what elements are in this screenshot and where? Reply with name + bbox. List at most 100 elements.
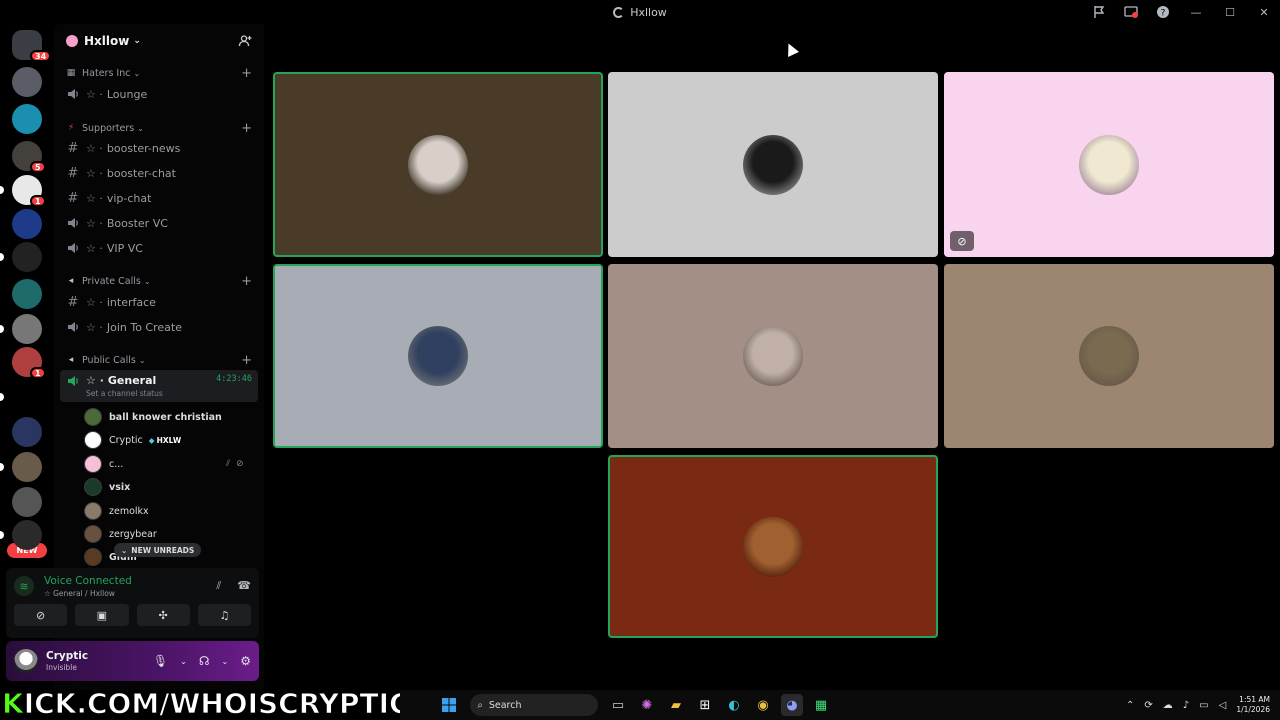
activities-button[interactable]: ✣ bbox=[136, 604, 190, 626]
channel-status-hint[interactable]: Set a channel status bbox=[86, 389, 163, 398]
voice-status-subtitle: ☆ General / Hxllow bbox=[44, 588, 115, 598]
app-taskbar-icon[interactable]: ▦ bbox=[810, 694, 832, 716]
copilot-icon[interactable]: ✺ bbox=[636, 694, 658, 716]
create-channel-icon[interactable]: + bbox=[241, 274, 252, 289]
soundboard-button[interactable]: ♫ bbox=[197, 604, 251, 626]
video-tile[interactable] bbox=[273, 264, 603, 448]
channel-category[interactable]: ◂ Public Calls ⌄ + bbox=[66, 353, 252, 368]
create-channel-icon[interactable]: + bbox=[241, 66, 252, 81]
user-status: Invisible bbox=[46, 663, 77, 672]
category-icon: ▦ bbox=[66, 68, 76, 78]
text-channel[interactable]: # ☆ · booster-chat bbox=[60, 162, 258, 184]
channel-category[interactable]: ▦ Haters Inc ⌄ + bbox=[66, 66, 252, 81]
server-icon[interactable] bbox=[12, 520, 42, 550]
star-icon: ☆ · bbox=[86, 191, 103, 205]
headphones-icon[interactable]: ☊ bbox=[199, 654, 210, 668]
gear-icon[interactable]: ⚙ bbox=[240, 654, 251, 668]
voice-user[interactable]: ball knower christian bbox=[84, 407, 222, 427]
server-icon[interactable] bbox=[12, 209, 42, 239]
disconnect-icon[interactable]: ☎ bbox=[237, 579, 251, 593]
create-channel-icon[interactable]: + bbox=[241, 353, 252, 368]
maximize-button[interactable]: ☐ bbox=[1222, 6, 1238, 19]
signal-icon[interactable]: ≋ bbox=[14, 576, 34, 596]
avatar bbox=[84, 455, 102, 473]
user-avatar[interactable] bbox=[14, 649, 38, 673]
overlay-url: ICK.COM/WHOISCRYPTIC bbox=[23, 687, 410, 720]
voice-user[interactable]: vsix bbox=[84, 477, 130, 497]
server-icon[interactable] bbox=[12, 314, 42, 344]
voice-channel[interactable]: ☆ · Join To Create bbox=[60, 316, 258, 338]
video-tile[interactable] bbox=[273, 72, 603, 257]
guild-name: Hxllow bbox=[84, 34, 130, 48]
noise-suppression-icon[interactable]: ⫽ bbox=[216, 579, 221, 593]
task-view-icon[interactable]: ▭ bbox=[607, 694, 629, 716]
video-tile[interactable] bbox=[608, 72, 938, 257]
svg-text:?: ? bbox=[1161, 9, 1166, 19]
flag-icon[interactable] bbox=[1092, 5, 1106, 19]
app-window: Hxllow ? — ☐ ✕ NEW 34 5 1 1 Hxllow ⌄ ▦ H… bbox=[0, 0, 1280, 720]
microphone-icon[interactable]: 🎙︎ bbox=[153, 654, 168, 668]
text-channel[interactable]: # ☆ · interface bbox=[60, 291, 258, 313]
server-icon[interactable] bbox=[12, 382, 42, 412]
star-icon: ☆ · bbox=[86, 295, 103, 309]
voice-channel[interactable]: ☆ · Booster VC bbox=[60, 212, 258, 234]
minimize-button[interactable]: — bbox=[1188, 6, 1204, 19]
chevron-down-icon[interactable]: ⌄ bbox=[222, 657, 229, 666]
microphone-tray-icon[interactable]: ♪ bbox=[1183, 700, 1189, 711]
guild-header[interactable]: Hxllow ⌄ bbox=[54, 24, 264, 58]
text-channel[interactable]: # ☆ · vip-chat bbox=[60, 187, 258, 209]
voice-user[interactable]: zemolkx bbox=[84, 501, 149, 521]
video-tile[interactable] bbox=[944, 264, 1274, 448]
server-icon[interactable] bbox=[12, 242, 42, 272]
voice-user[interactable]: zergybear bbox=[84, 524, 157, 544]
create-channel-icon[interactable]: + bbox=[241, 121, 252, 136]
video-tile[interactable] bbox=[608, 264, 938, 448]
new-unreads-pill[interactable]: ⌄ NEW UNREADS bbox=[114, 543, 202, 557]
network-icon[interactable]: ▭ bbox=[1199, 700, 1208, 711]
server-icon[interactable] bbox=[12, 279, 42, 309]
file-explorer-icon[interactable]: ▰ bbox=[665, 694, 687, 716]
participant-avatar bbox=[1079, 326, 1139, 386]
category-label: Supporters bbox=[82, 122, 135, 134]
discord-taskbar-icon[interactable]: ◕ bbox=[781, 694, 803, 716]
video-tile[interactable] bbox=[608, 455, 938, 638]
text-channel[interactable]: # ☆ · booster-news bbox=[60, 137, 258, 159]
server-icon[interactable] bbox=[12, 104, 42, 134]
chevron-down-icon: ⌄ bbox=[143, 276, 151, 286]
close-button[interactable]: ✕ bbox=[1256, 6, 1272, 19]
store-icon[interactable]: ⊞ bbox=[694, 694, 716, 716]
chrome-icon[interactable]: ◉ bbox=[752, 694, 774, 716]
avatar bbox=[84, 478, 102, 496]
screen-share-button[interactable]: ▣ bbox=[75, 604, 129, 626]
voice-user[interactable]: Cryptic ◆ HXLW bbox=[84, 430, 181, 450]
voice-status-title[interactable]: Voice Connected bbox=[44, 575, 132, 587]
server-tag: ◆ HXLW bbox=[149, 436, 181, 445]
cloud-icon[interactable]: ☁ bbox=[1163, 700, 1173, 711]
voice-channel[interactable]: ☆ · VIP VC bbox=[60, 237, 258, 259]
start-menu-icon[interactable] bbox=[438, 694, 460, 716]
sync-icon[interactable]: ⟳ bbox=[1144, 700, 1152, 711]
screen-record-icon[interactable] bbox=[1124, 5, 1138, 19]
camera-off-button[interactable]: ⊘ bbox=[14, 604, 68, 626]
server-icon[interactable] bbox=[12, 487, 42, 517]
help-icon[interactable]: ? bbox=[1156, 5, 1170, 19]
chevron-down-icon[interactable]: ⌄ bbox=[180, 657, 187, 666]
taskbar-search[interactable]: ⌕ Search bbox=[469, 694, 598, 716]
voice-user[interactable]: c... bbox=[84, 454, 123, 474]
server-icon[interactable] bbox=[12, 452, 42, 482]
chevron-up-icon[interactable]: ⌃ bbox=[1126, 700, 1134, 711]
clock[interactable]: 1:51 AM 1/1/2026 bbox=[1236, 695, 1270, 715]
invite-people-icon[interactable] bbox=[238, 34, 252, 48]
edge-icon[interactable]: ◐ bbox=[723, 694, 745, 716]
server-icon[interactable] bbox=[12, 417, 42, 447]
video-off-icon: ⊘ bbox=[950, 231, 974, 251]
video-tile[interactable]: ⊘ bbox=[944, 72, 1274, 257]
volume-icon[interactable]: ◁ bbox=[1219, 700, 1227, 711]
app-logo-icon bbox=[613, 6, 625, 18]
channel-category[interactable]: ◂ Private Calls ⌄ + bbox=[66, 274, 252, 289]
category-label: Public Calls bbox=[82, 354, 136, 366]
voice-channel[interactable]: ☆ · Lounge bbox=[60, 83, 258, 105]
server-icon[interactable] bbox=[12, 67, 42, 97]
active-voice-channel[interactable]: ☆ · General 4:23:46 Set a channel status bbox=[60, 370, 258, 402]
channel-category[interactable]: ⚡ Supporters ⌄ + bbox=[66, 121, 252, 136]
